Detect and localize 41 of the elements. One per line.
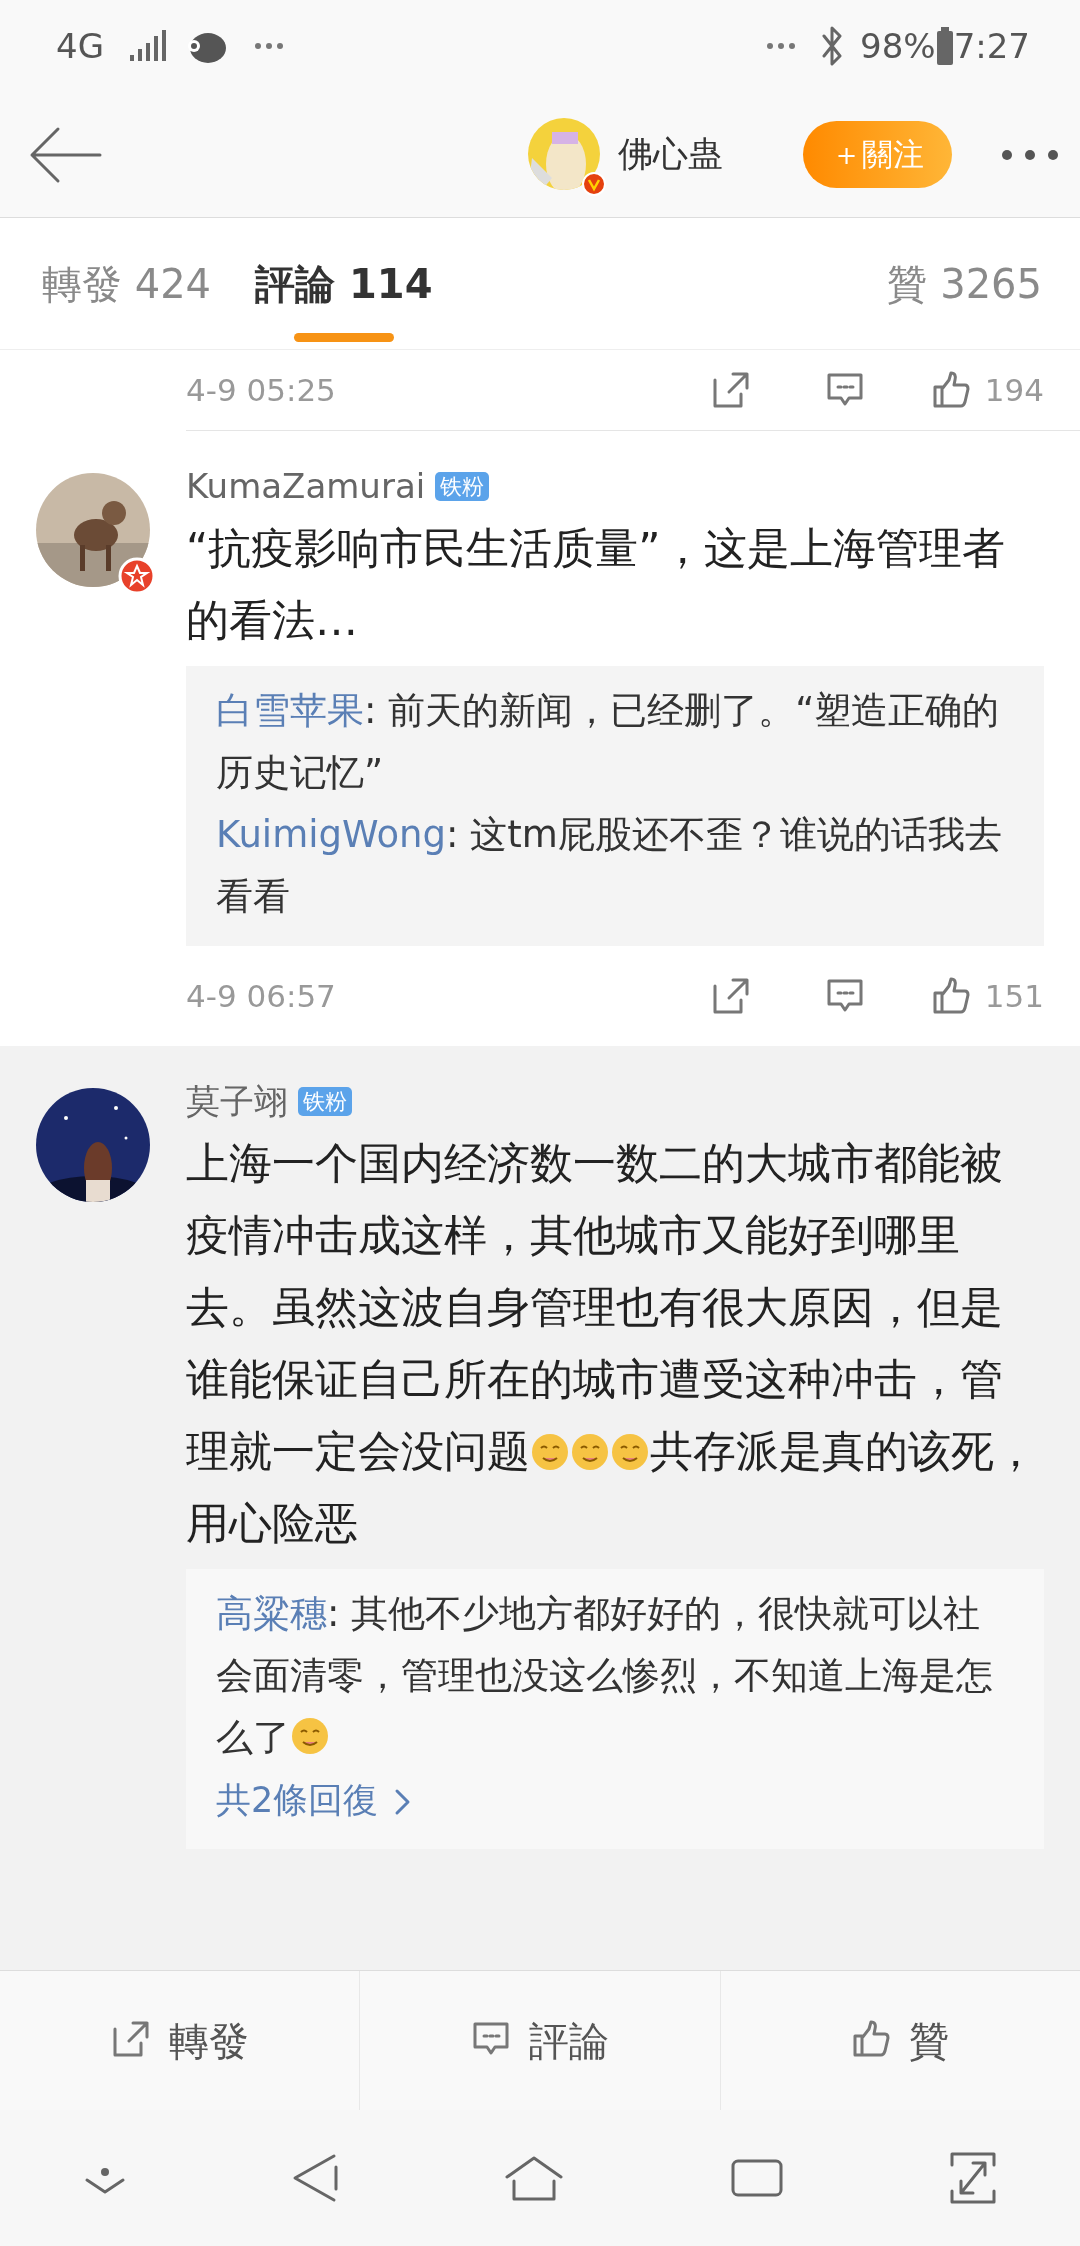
battery-level: 98% <box>860 24 936 68</box>
more-icon <box>766 41 797 51</box>
fan-badge: 铁粉 <box>298 1087 352 1116</box>
star-badge-icon <box>118 557 156 595</box>
tab[interactable]: 轉發 424 <box>42 217 212 350</box>
recent-apps-icon[interactable] <box>729 2158 784 2198</box>
reply-user-link[interactable]: 高粱穗 <box>216 1592 327 1635</box>
user-name[interactable]: 莫子翊 <box>186 1081 288 1121</box>
comment-text: 上海一个国内经济数一数二的大城市都能被疫情冲击成这样，其他城市又能好到哪里去。虽然这波自身管理也有很大原因，但是谁能保证自己所在的城市遭受这种冲击，管理就一定会没问题 共存派是真的该死，用心险恶 <box>186 1137 1038 1550</box>
emoji-icon <box>290 1716 330 1756</box>
battery-icon <box>935 26 954 66</box>
tab[interactable]: 贊 3265 <box>887 217 1042 350</box>
more-replies-link[interactable]: 共2條回復 <box>216 1769 1014 1831</box>
back-icon[interactable] <box>292 2153 339 2203</box>
tab[interactable]: 評論 114 <box>255 217 433 350</box>
home-icon[interactable] <box>504 2155 564 2201</box>
reply-user-link[interactable]: 白雪苹果 <box>216 689 364 732</box>
reply-text: 白雪苹果: 前天的新闻，已经删了。“塑造正确的历史记忆” <box>216 688 1001 796</box>
more-icon <box>254 41 284 51</box>
like-count: 194 <box>984 370 1044 410</box>
fan-badge: 铁粉 <box>435 472 490 501</box>
emoji-icon <box>610 1432 650 1472</box>
emoji-icon <box>570 1432 610 1472</box>
user-name[interactable]: KumaZamurai <box>186 466 426 506</box>
reply-user-link[interactable]: KuimigWong <box>216 813 446 856</box>
signal-icon <box>128 29 168 63</box>
emoji-icon <box>530 1432 570 1472</box>
network-type: 4G <box>56 24 104 68</box>
follow-button[interactable]: ＋關注 <box>803 121 952 188</box>
timestamp: 4-9 06:57 <box>186 976 336 1016</box>
comment-text: “抗疫影响市民生活质量”，这是上海管理者的看法… <box>186 522 1006 647</box>
expand-icon[interactable] <box>949 2151 998 2205</box>
clock: 7:27 <box>953 24 1030 68</box>
verified-badge-icon <box>582 171 606 196</box>
more-icon[interactable] <box>1000 147 1060 162</box>
reply-text: 高粱穗: 其他不少地方都好好的，很快就可以社会面清零，管理也没这么惨烈，不知道上海是怎么了 <box>216 1591 994 1761</box>
like-button[interactable]: 贊 <box>720 1971 1080 2110</box>
timestamp: 4-9 05:25 <box>186 370 336 410</box>
like-count: 151 <box>984 976 1044 1016</box>
user-name: 佛心蛊 <box>618 133 723 177</box>
reply-text: KuimigWong: 这tm屁股还不歪？谁说的话我去看看 <box>216 812 1003 920</box>
